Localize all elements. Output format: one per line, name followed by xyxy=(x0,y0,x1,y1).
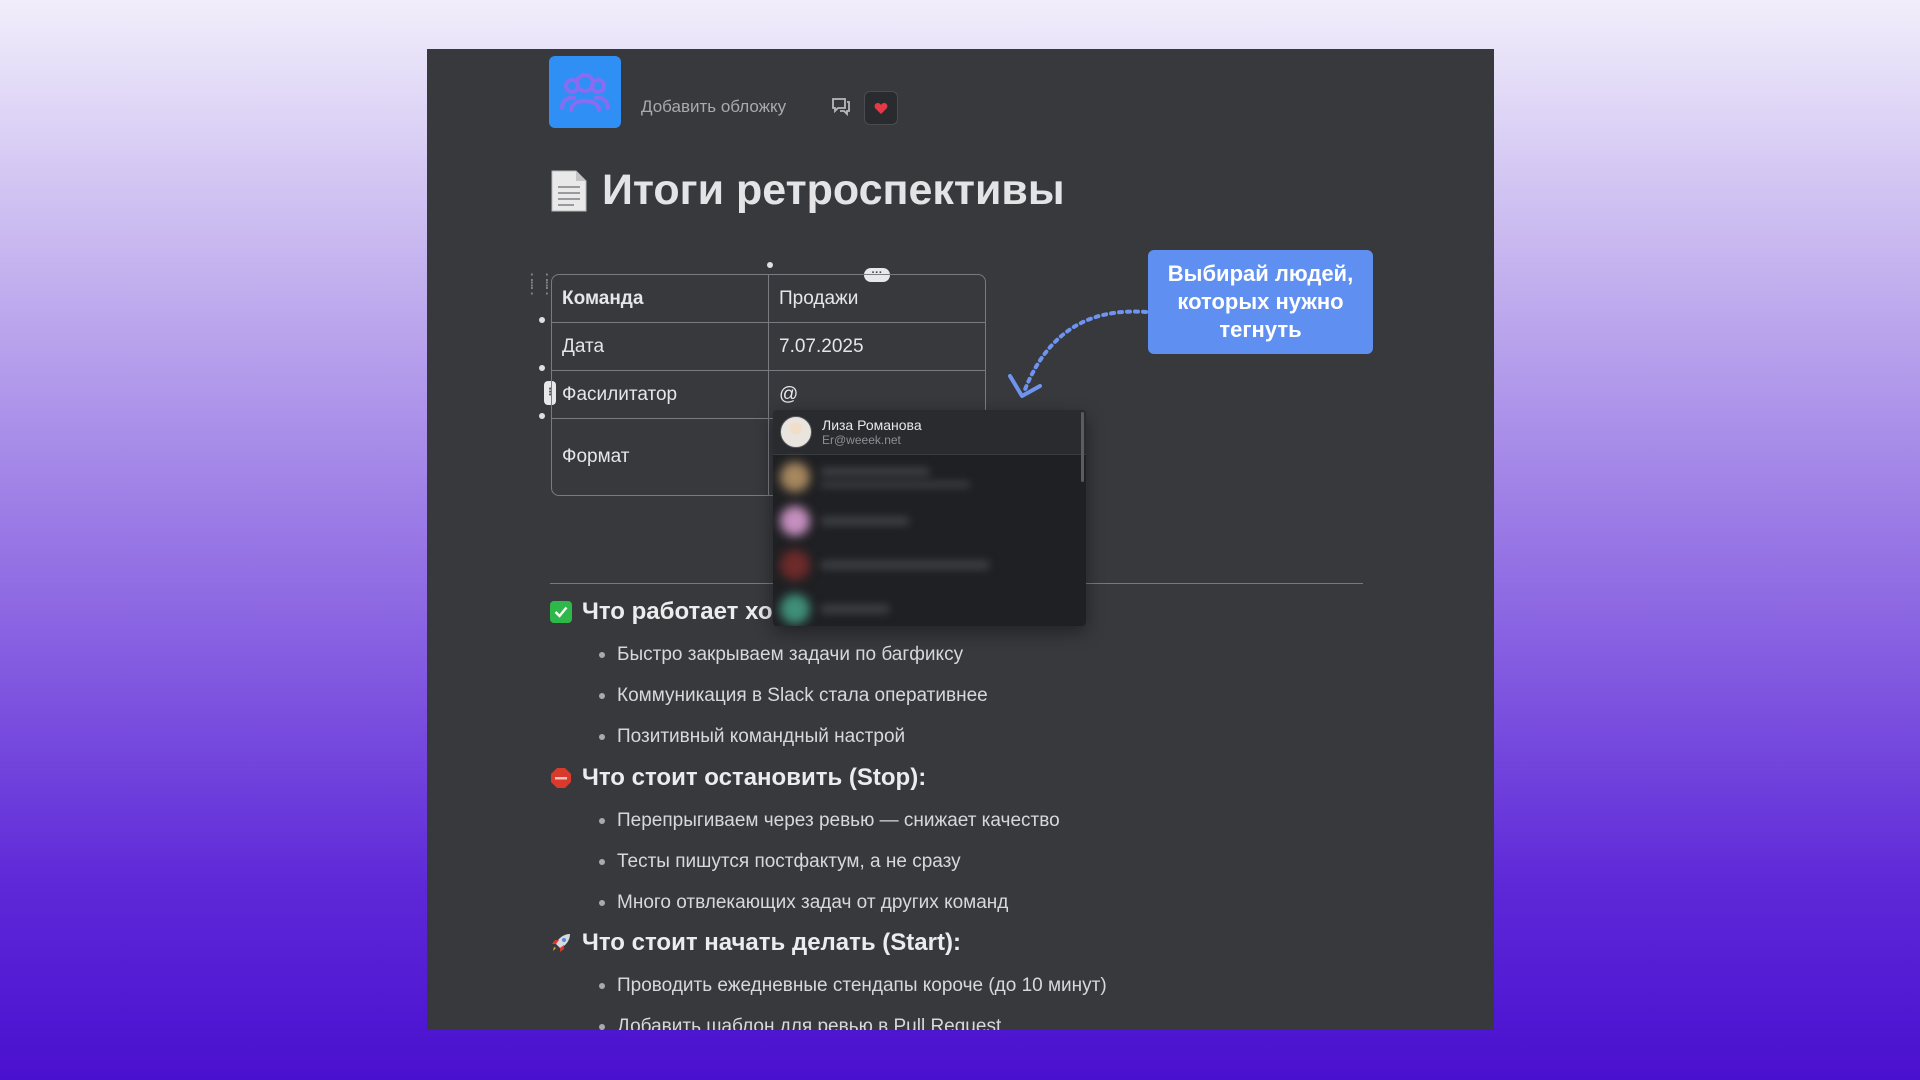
mention-option-blurred[interactable] xyxy=(773,499,1086,543)
arrow-icon xyxy=(1008,309,1148,398)
resize-dot[interactable] xyxy=(539,413,545,419)
heart-icon xyxy=(874,102,888,114)
check-mark-icon xyxy=(550,601,572,623)
hint-callout: Выбирай людей, которых нужно тегнуть xyxy=(1148,250,1373,354)
table-cell-label[interactable]: Дата xyxy=(552,323,769,371)
mention-option-blurred[interactable] xyxy=(773,455,1086,499)
table-row: Команда Продажи xyxy=(552,275,985,323)
document-frame: Добавить обложку Итоги ретроспективы ⋮⋮ ⋮… xyxy=(427,49,1494,1030)
section-heading-text: Что работает хо xyxy=(582,598,773,625)
list-item[interactable]: Проводить ежедневные стендапы короче (до… xyxy=(599,965,1107,1006)
mention-user-email: Er@weeek.net xyxy=(822,433,901,447)
list-item[interactable]: Добавить шаблон для ревью в Pull Request xyxy=(599,1006,1107,1030)
page-title: Итоги ретроспективы xyxy=(550,166,1065,215)
section-heading-good: Что работает хо xyxy=(550,598,773,626)
list-item[interactable]: Тесты пишутся постфактум, а не сразу xyxy=(599,841,1060,882)
mention-user-name: Лиза Романова xyxy=(822,417,922,433)
table-cell-label[interactable]: Команда xyxy=(552,275,769,323)
table-cell-value[interactable]: Продажи xyxy=(769,275,985,323)
start-list: Проводить ежедневные стендапы короче (до… xyxy=(599,965,1107,1030)
section-heading-start: Что стоит начать делать (Start): xyxy=(550,929,961,957)
resize-dot[interactable] xyxy=(767,262,773,268)
avatar xyxy=(780,462,810,492)
drag-handle-icon[interactable]: ⋮⋮ ⋮⋮ xyxy=(524,273,555,297)
add-cover-link[interactable]: Добавить обложку xyxy=(641,97,786,117)
stop-sign-icon xyxy=(550,767,572,789)
avatar xyxy=(780,550,810,580)
comment-icon[interactable] xyxy=(827,94,855,118)
list-item[interactable]: Позитивный командный настрой xyxy=(599,716,988,757)
rocket-icon xyxy=(550,932,572,954)
heart-reaction-button[interactable] xyxy=(864,91,898,125)
callout-line: Выбирай людей, xyxy=(1167,261,1354,286)
table-row: Дата 7.07.2025 xyxy=(552,323,985,371)
mention-option-blurred[interactable] xyxy=(773,587,1086,626)
section-heading-text: Что стоит остановить (Stop): xyxy=(582,764,927,791)
callout-line: тегнуть xyxy=(1219,317,1302,342)
mention-option-blurred[interactable] xyxy=(773,543,1086,587)
avatar xyxy=(780,416,812,448)
scrollbar[interactable] xyxy=(1081,412,1084,482)
list-item[interactable]: Коммуникация в Slack стала оперативнее xyxy=(599,675,988,716)
list-item[interactable]: Много отвлекающих задач от других команд xyxy=(599,882,1060,923)
resize-dot[interactable] xyxy=(539,365,545,371)
stop-list: Перепрыгиваем через ревью — снижает каче… xyxy=(599,800,1060,923)
list-item[interactable]: Быстро закрываем задачи по багфиксу xyxy=(599,634,988,675)
good-list: Быстро закрываем задачи по багфиксу Комм… xyxy=(599,634,988,757)
callout-line: которых нужно xyxy=(1177,289,1344,314)
avatar xyxy=(780,506,810,536)
people-icon[interactable] xyxy=(549,56,621,128)
avatar xyxy=(780,594,810,624)
mention-option[interactable]: Лиза Романова Er@weeek.net xyxy=(773,410,1086,455)
table-cell-label[interactable]: Формат xyxy=(552,419,769,495)
page-title-text: Итоги ретроспективы xyxy=(602,166,1065,214)
section-heading-text: Что стоит начать делать (Start): xyxy=(582,929,961,956)
table-cell-value[interactable]: 7.07.2025 xyxy=(769,323,985,371)
section-heading-stop: Что стоит остановить (Stop): xyxy=(550,764,926,792)
table-cell-label[interactable]: Фасилитатор xyxy=(552,371,769,419)
list-item[interactable]: Перепрыгиваем через ревью — снижает каче… xyxy=(599,800,1060,841)
page-icon xyxy=(551,170,587,211)
resize-dot[interactable] xyxy=(539,317,545,323)
mention-dropdown: Лиза Романова Er@weeek.net xyxy=(773,410,1086,626)
